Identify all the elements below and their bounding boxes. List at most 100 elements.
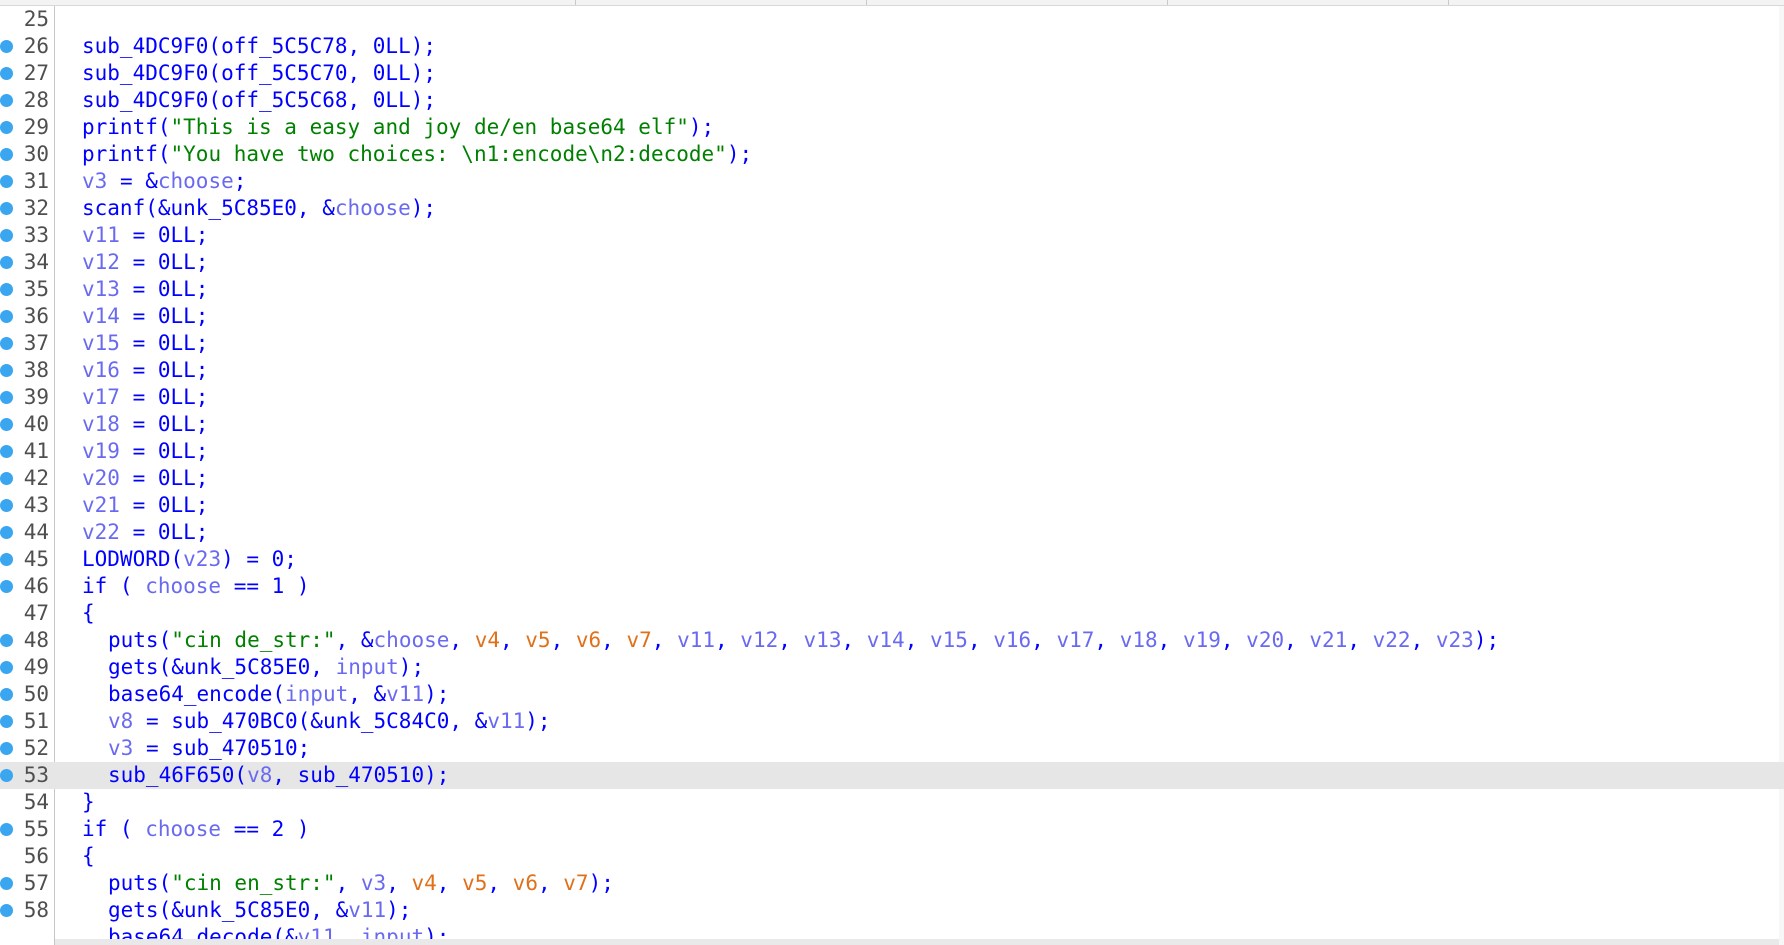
breakpoint-marker-icon[interactable] [0,229,13,242]
breakpoint-marker-icon[interactable] [0,310,13,323]
code-line[interactable]: 45 LODWORD(v23) = 0; [0,546,1784,573]
breakpoint-marker-icon[interactable] [0,121,13,134]
code-text[interactable]: gets(&unk_5C85E0, &v11); [108,897,411,924]
breakpoint-marker-icon[interactable] [0,877,13,890]
code-line[interactable]: 27 sub_4DC9F0(off_5C5C70, 0LL); [0,60,1784,87]
code-line[interactable]: 32 scanf(&unk_5C85E0, &choose); [0,195,1784,222]
breakpoint-marker-icon[interactable] [0,472,13,485]
code-text[interactable]: v18 = 0LL; [82,411,208,438]
breakpoint-marker-icon[interactable] [0,499,13,512]
tab-segment[interactable] [1168,0,1449,5]
code-text[interactable]: v3 = sub_470510; [108,735,310,762]
code-text[interactable]: v3 = &choose; [82,168,246,195]
code-line[interactable]: 47 { [0,600,1784,627]
code-line[interactable]: 33 v11 = 0LL; [0,222,1784,249]
code-line[interactable]: 51 v8 = sub_470BC0(&unk_5C84C0, &v11); [0,708,1784,735]
code-line[interactable]: 57 puts("cin en_str:", v3, v4, v5, v6, v7… [0,870,1784,897]
code-text[interactable]: sub_4DC9F0(off_5C5C78, 0LL); [82,33,436,60]
code-line[interactable]: 39 v17 = 0LL; [0,384,1784,411]
code-text[interactable]: v14 = 0LL; [82,303,208,330]
code-text[interactable]: sub_46F650(v8, sub_470510); [108,762,449,789]
code-text[interactable]: puts("cin en_str:", v3, v4, v5, v6, v7); [108,870,614,897]
code-text[interactable]: v12 = 0LL; [82,249,208,276]
breakpoint-marker-icon[interactable] [0,823,13,836]
pseudocode-view[interactable]: 25 26 sub_4DC9F0(off_5C5C78, 0LL); 27 sub_4D… [0,6,1784,942]
code-line[interactable]: 28 sub_4DC9F0(off_5C5C68, 0LL); [0,87,1784,114]
code-line[interactable]: 26 sub_4DC9F0(off_5C5C78, 0LL); [0,33,1784,60]
code-text[interactable]: LODWORD(v23) = 0; [82,546,297,573]
breakpoint-marker-icon[interactable] [0,337,13,350]
breakpoint-marker-icon[interactable] [0,202,13,215]
code-line[interactable]: 55 if ( choose == 2 ) [0,816,1784,843]
code-text[interactable]: sub_4DC9F0(off_5C5C70, 0LL); [82,60,436,87]
breakpoint-marker-icon[interactable] [0,256,13,269]
code-line[interactable]: 49 gets(&unk_5C85E0, input); [0,654,1784,681]
code-line-current[interactable]: 53 sub_46F650(v8, sub_470510); [0,762,1784,789]
code-text[interactable]: v16 = 0LL; [82,357,208,384]
code-line[interactable]: 56 { [0,843,1784,870]
code-text[interactable]: puts("cin de_str:", &choose, v4, v5, v6,… [108,627,1499,654]
horizontal-scrollbar[interactable] [55,939,1779,945]
code-text[interactable]: v21 = 0LL; [82,492,208,519]
code-line[interactable]: 46 if ( choose == 1 ) [0,573,1784,600]
breakpoint-marker-icon[interactable] [0,364,13,377]
code-line[interactable]: 36 v14 = 0LL; [0,303,1784,330]
breakpoint-marker-icon[interactable] [0,742,13,755]
breakpoint-marker-icon[interactable] [0,661,13,674]
breakpoint-marker-icon[interactable] [0,391,13,404]
code-text[interactable]: { [82,600,95,627]
code-line[interactable]: 31 v3 = &choose; [0,168,1784,195]
code-line[interactable]: 29 printf("This is a easy and joy de/en b… [0,114,1784,141]
code-line[interactable]: 43 v21 = 0LL; [0,492,1784,519]
code-line[interactable]: 42 v20 = 0LL; [0,465,1784,492]
code-line[interactable]: 30 printf("You have two choices: \n1:enco… [0,141,1784,168]
breakpoint-marker-icon[interactable] [0,526,13,539]
tab-segment[interactable] [867,0,1168,5]
code-text[interactable]: v8 = sub_470BC0(&unk_5C84C0, &v11); [108,708,551,735]
code-text[interactable]: v20 = 0LL; [82,465,208,492]
code-line[interactable]: 58 gets(&unk_5C85E0, &v11); [0,897,1784,924]
code-text[interactable]: gets(&unk_5C85E0, input); [108,654,424,681]
tab-segment[interactable] [0,0,576,5]
breakpoint-marker-icon[interactable] [0,418,13,431]
code-line[interactable]: 41 v19 = 0LL; [0,438,1784,465]
code-text[interactable]: v11 = 0LL; [82,222,208,249]
breakpoint-marker-icon[interactable] [0,94,13,107]
code-text[interactable]: printf("You have two choices: \n1:encode… [82,141,752,168]
code-text[interactable]: sub_4DC9F0(off_5C5C68, 0LL); [82,87,436,114]
breakpoint-marker-icon[interactable] [0,67,13,80]
breakpoint-marker-icon[interactable] [0,445,13,458]
code-line[interactable]: 48 puts("cin de_str:", &choose, v4, v5, v… [0,627,1784,654]
breakpoint-marker-icon[interactable] [0,175,13,188]
code-text[interactable]: v15 = 0LL; [82,330,208,357]
code-line[interactable]: 44 v22 = 0LL; [0,519,1784,546]
code-line[interactable]: 50 base64_encode(input, &v11); [0,681,1784,708]
tab-segment[interactable] [576,0,867,5]
code-text[interactable]: v17 = 0LL; [82,384,208,411]
code-text[interactable]: v22 = 0LL; [82,519,208,546]
breakpoint-marker-icon[interactable] [0,688,13,701]
code-line[interactable]: 54} [0,789,1784,816]
code-text[interactable]: if ( choose == 1 ) [82,573,310,600]
code-line[interactable]: 34 v12 = 0LL; [0,249,1784,276]
code-line[interactable]: 35 v13 = 0LL; [0,276,1784,303]
code-text[interactable]: v13 = 0LL; [82,276,208,303]
breakpoint-marker-icon[interactable] [0,634,13,647]
code-line[interactable]: 52 v3 = sub_470510; [0,735,1784,762]
code-text[interactable]: v19 = 0LL; [82,438,208,465]
breakpoint-marker-icon[interactable] [0,715,13,728]
breakpoint-marker-icon[interactable] [0,553,13,566]
code-text[interactable]: scanf(&unk_5C85E0, &choose); [82,195,436,222]
breakpoint-marker-icon[interactable] [0,580,13,593]
code-text[interactable]: if ( choose == 2 ) [82,816,310,843]
breakpoint-marker-icon[interactable] [0,904,13,917]
code-text[interactable]: printf("This is a easy and joy de/en bas… [82,114,714,141]
code-line[interactable]: 38 v16 = 0LL; [0,357,1784,384]
code-line[interactable]: 37 v15 = 0LL; [0,330,1784,357]
breakpoint-marker-icon[interactable] [0,283,13,296]
code-line[interactable]: 40 v18 = 0LL; [0,411,1784,438]
code-text[interactable]: { [82,843,95,870]
breakpoint-marker-icon[interactable] [0,40,13,53]
breakpoint-marker-icon[interactable] [0,769,13,782]
breakpoint-marker-icon[interactable] [0,148,13,161]
